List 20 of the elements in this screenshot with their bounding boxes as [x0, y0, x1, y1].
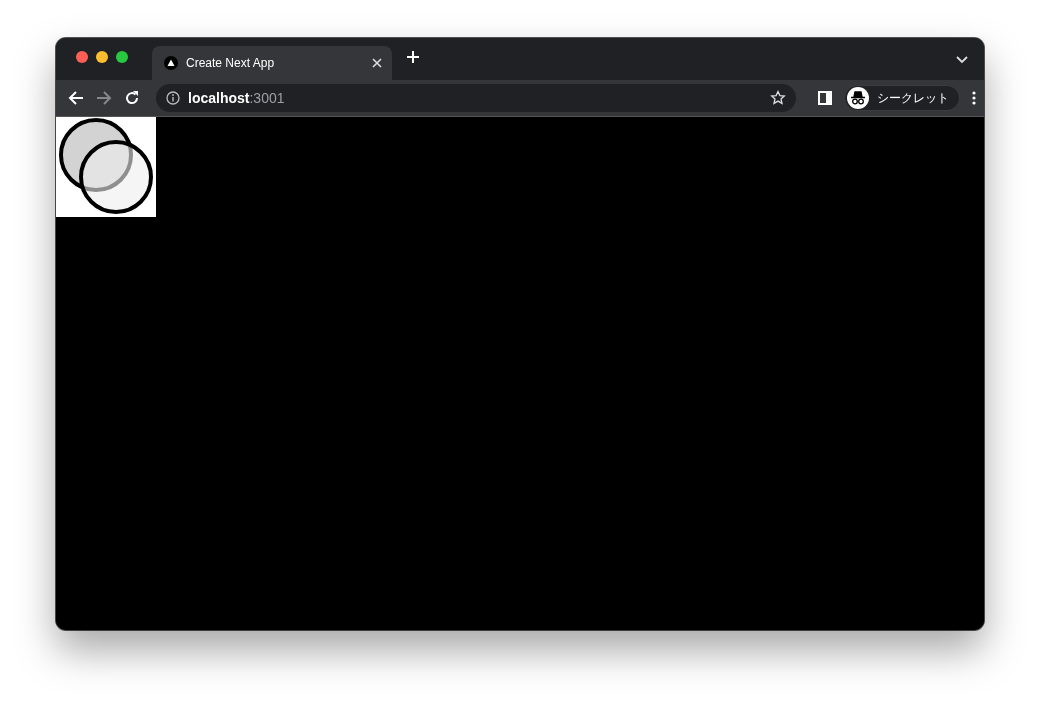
incognito-icon [847, 87, 869, 109]
tab-title: Create Next App [186, 56, 276, 70]
url-text: localhost:3001 [188, 90, 286, 106]
close-tab-icon[interactable] [372, 58, 382, 68]
side-panel-icon[interactable] [818, 91, 832, 105]
minimize-window-icon[interactable] [96, 51, 108, 63]
close-window-icon[interactable] [76, 51, 88, 63]
browser-tab[interactable]: Create Next App [152, 46, 392, 80]
more-menu-icon[interactable] [972, 91, 976, 105]
back-arrow-icon[interactable] [68, 90, 84, 106]
info-icon[interactable] [166, 91, 180, 105]
reload-icon[interactable] [124, 90, 140, 106]
star-icon[interactable] [770, 90, 786, 106]
forward-arrow-icon[interactable] [96, 90, 112, 106]
incognito-profile-button[interactable]: シークレット [844, 85, 960, 111]
triangle-logo-icon [164, 56, 178, 70]
new-tab-icon[interactable] [406, 50, 420, 64]
chevron-down-icon[interactable] [956, 56, 968, 64]
zoom-window-icon[interactable] [116, 51, 128, 63]
address-bar[interactable]: localhost:3001 [156, 84, 796, 112]
